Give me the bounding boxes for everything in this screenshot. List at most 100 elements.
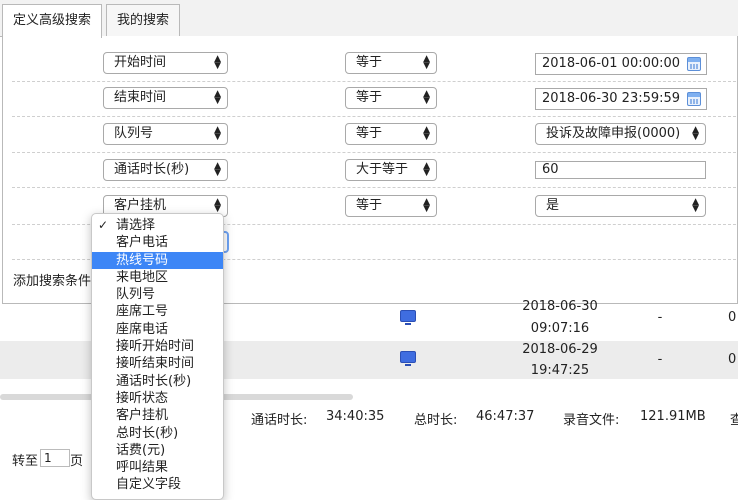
page-suffix-label: 页 <box>70 454 84 469</box>
checkmark-icon: ✓ <box>98 218 109 232</box>
dropdown-option-label: 来电地区 <box>116 269 169 285</box>
dropdown-option[interactable]: 自定义字段 <box>92 476 223 493</box>
total-duration-label: 总时长: <box>414 413 458 428</box>
dropdown-option-label: 呼叫结果 <box>116 460 169 476</box>
row-extra: 0 <box>728 310 737 325</box>
dropdown-option-label: 话费(元) <box>116 442 166 458</box>
dropdown-option[interactable]: 通话时长(秒) <box>92 373 223 390</box>
record-file-size: 121.91MB <box>640 409 706 424</box>
dropdown-option[interactable]: 座席电话 <box>92 321 223 338</box>
condition-field-value: 通话时长(秒) <box>114 162 190 177</box>
dropdown-option-label: 接听结束时间 <box>116 356 195 372</box>
dropdown-option-label: 通话时长(秒) <box>116 373 192 389</box>
page-number-value: 1 <box>44 451 52 465</box>
condition-operator-value: 等于 <box>356 55 383 70</box>
condition-operator-value: 等于 <box>356 126 383 141</box>
condition-operator-value: 大于等于 <box>356 162 409 177</box>
trailing-link[interactable]: 查 <box>730 409 738 428</box>
calendar-icon[interactable] <box>687 92 701 106</box>
select-arrows-icon: ▲ ▼ <box>423 54 430 71</box>
condition-operator-value: 等于 <box>356 90 383 105</box>
field-dropdown-list[interactable]: ✓ 请选择客户电话 热线号码 来电地区队列号 座席工号 座席电话接听开始时间 接听结束时间通… <box>91 213 224 500</box>
hangup-value: 是 <box>546 198 560 213</box>
call-duration-label: 通话时长: <box>251 413 308 428</box>
dropdown-option[interactable]: ✓ 请选择 <box>92 217 223 234</box>
page-number-input[interactable]: 1 <box>40 449 70 467</box>
call-duration-input[interactable]: 60 <box>535 161 706 179</box>
dropdown-option-label: 客户电话 <box>116 235 169 251</box>
row-divider <box>12 187 736 188</box>
dropdown-option-label: 队列号 <box>116 287 156 303</box>
queue-value-select[interactable]: 投诉及故障申报(0000) ▲ ▼ <box>535 123 706 145</box>
condition-operator-select[interactable]: 等于 ▲ ▼ <box>345 123 437 145</box>
call-duration-total: 34:40:35 <box>326 409 385 424</box>
select-arrows-icon: ▲ ▼ <box>692 125 699 142</box>
monitor-icon[interactable] <box>400 351 416 366</box>
condition-field-value: 开始时间 <box>114 55 167 70</box>
condition-field-select[interactable]: 队列号 ▲ ▼ <box>103 123 228 145</box>
dropdown-option-label: 自定义字段 <box>116 477 182 493</box>
add-search-condition-link[interactable]: 添加搜索条件 <box>13 270 91 289</box>
hangup-value-select[interactable]: 是 ▲ ▼ <box>535 195 706 217</box>
select-arrows-icon: ▲ ▼ <box>214 197 221 214</box>
dropdown-option[interactable]: 来电地区 <box>92 269 223 286</box>
condition-operator-select[interactable]: 等于 ▲ ▼ <box>345 195 437 217</box>
row-dash: - <box>657 352 663 367</box>
end-time-value: 2018-06-30 23:59:59 <box>542 91 681 106</box>
dropdown-option-label: 座席工号 <box>116 304 169 320</box>
condition-field-select[interactable]: 结束时间 ▲ ▼ <box>103 87 228 109</box>
select-arrows-icon: ▲ ▼ <box>423 125 430 142</box>
dropdown-option[interactable]: 座席工号 <box>92 303 223 320</box>
row-time: 09:07:16 <box>530 321 590 336</box>
condition-field-value: 结束时间 <box>114 90 167 105</box>
dropdown-option-label: 热线号码 <box>116 252 169 268</box>
goto-label: 转至 <box>12 454 39 469</box>
condition-field-value: 队列号 <box>114 126 154 141</box>
tab-my-search[interactable]: 我的搜索 <box>106 4 181 37</box>
row-divider <box>12 81 736 82</box>
row-time: 19:47:25 <box>530 363 590 378</box>
calendar-icon[interactable] <box>687 57 701 71</box>
dropdown-option[interactable]: 客户挂机 <box>92 407 223 424</box>
select-arrows-icon: ▲ ▼ <box>423 89 430 106</box>
dropdown-option-label: 接听状态 <box>116 390 169 406</box>
dropdown-option-label: 总时长(秒) <box>116 425 179 441</box>
end-time-input[interactable]: 2018-06-30 23:59:59 <box>535 88 707 110</box>
select-arrows-icon: ▲ ▼ <box>692 197 699 214</box>
dropdown-option[interactable]: 队列号 <box>92 286 223 303</box>
dropdown-option[interactable]: 呼叫结果 <box>92 459 223 476</box>
select-arrows-icon: ▲ ▼ <box>423 161 430 178</box>
condition-operator-value: 等于 <box>356 198 383 213</box>
row-date: 2018-06-29 <box>522 342 598 357</box>
select-arrows-icon: ▲ ▼ <box>214 54 221 71</box>
start-time-input[interactable]: 2018-06-01 00:00:00 <box>535 53 707 75</box>
dropdown-option[interactable]: 接听状态 <box>92 390 223 407</box>
condition-operator-select[interactable]: 大于等于 ▲ ▼ <box>345 159 437 181</box>
tab-define-advanced-search[interactable]: 定义高级搜索 <box>2 4 103 38</box>
start-time-value: 2018-06-01 00:00:00 <box>542 56 681 71</box>
dropdown-option[interactable]: 接听结束时间 <box>92 355 223 372</box>
monitor-icon[interactable] <box>400 310 416 325</box>
row-date: 2018-06-30 <box>522 299 598 314</box>
record-file-label: 录音文件: <box>563 413 620 428</box>
dropdown-option-label: 接听开始时间 <box>116 339 195 355</box>
dropdown-option[interactable]: 话费(元) <box>92 442 223 459</box>
row-dash: - <box>657 310 663 325</box>
select-arrows-icon: ▲ ▼ <box>214 89 221 106</box>
condition-operator-select[interactable]: 等于 ▲ ▼ <box>345 52 437 74</box>
dropdown-option-label: 座席电话 <box>116 321 169 337</box>
condition-field-select[interactable]: 通话时长(秒) ▲ ▼ <box>103 159 228 181</box>
queue-value: 投诉及故障申报(0000) <box>546 126 681 141</box>
condition-operator-select[interactable]: 等于 ▲ ▼ <box>345 87 437 109</box>
dropdown-option-label: 请选择 <box>116 218 156 233</box>
dropdown-option[interactable]: 热线号码 <box>92 251 223 269</box>
row-extra: 0 <box>728 352 737 367</box>
call-duration-value: 60 <box>542 162 559 177</box>
dropdown-option[interactable]: 客户电话 <box>92 234 223 251</box>
condition-field-select[interactable]: 开始时间 ▲ ▼ <box>103 52 228 74</box>
dropdown-option[interactable]: 接听开始时间 <box>92 338 223 355</box>
dropdown-option[interactable]: 总时长(秒) <box>92 425 223 442</box>
total-duration-total: 46:47:37 <box>476 409 535 424</box>
select-arrows-icon: ▲ ▼ <box>214 161 221 178</box>
select-arrows-icon: ▲ ▼ <box>423 197 430 214</box>
